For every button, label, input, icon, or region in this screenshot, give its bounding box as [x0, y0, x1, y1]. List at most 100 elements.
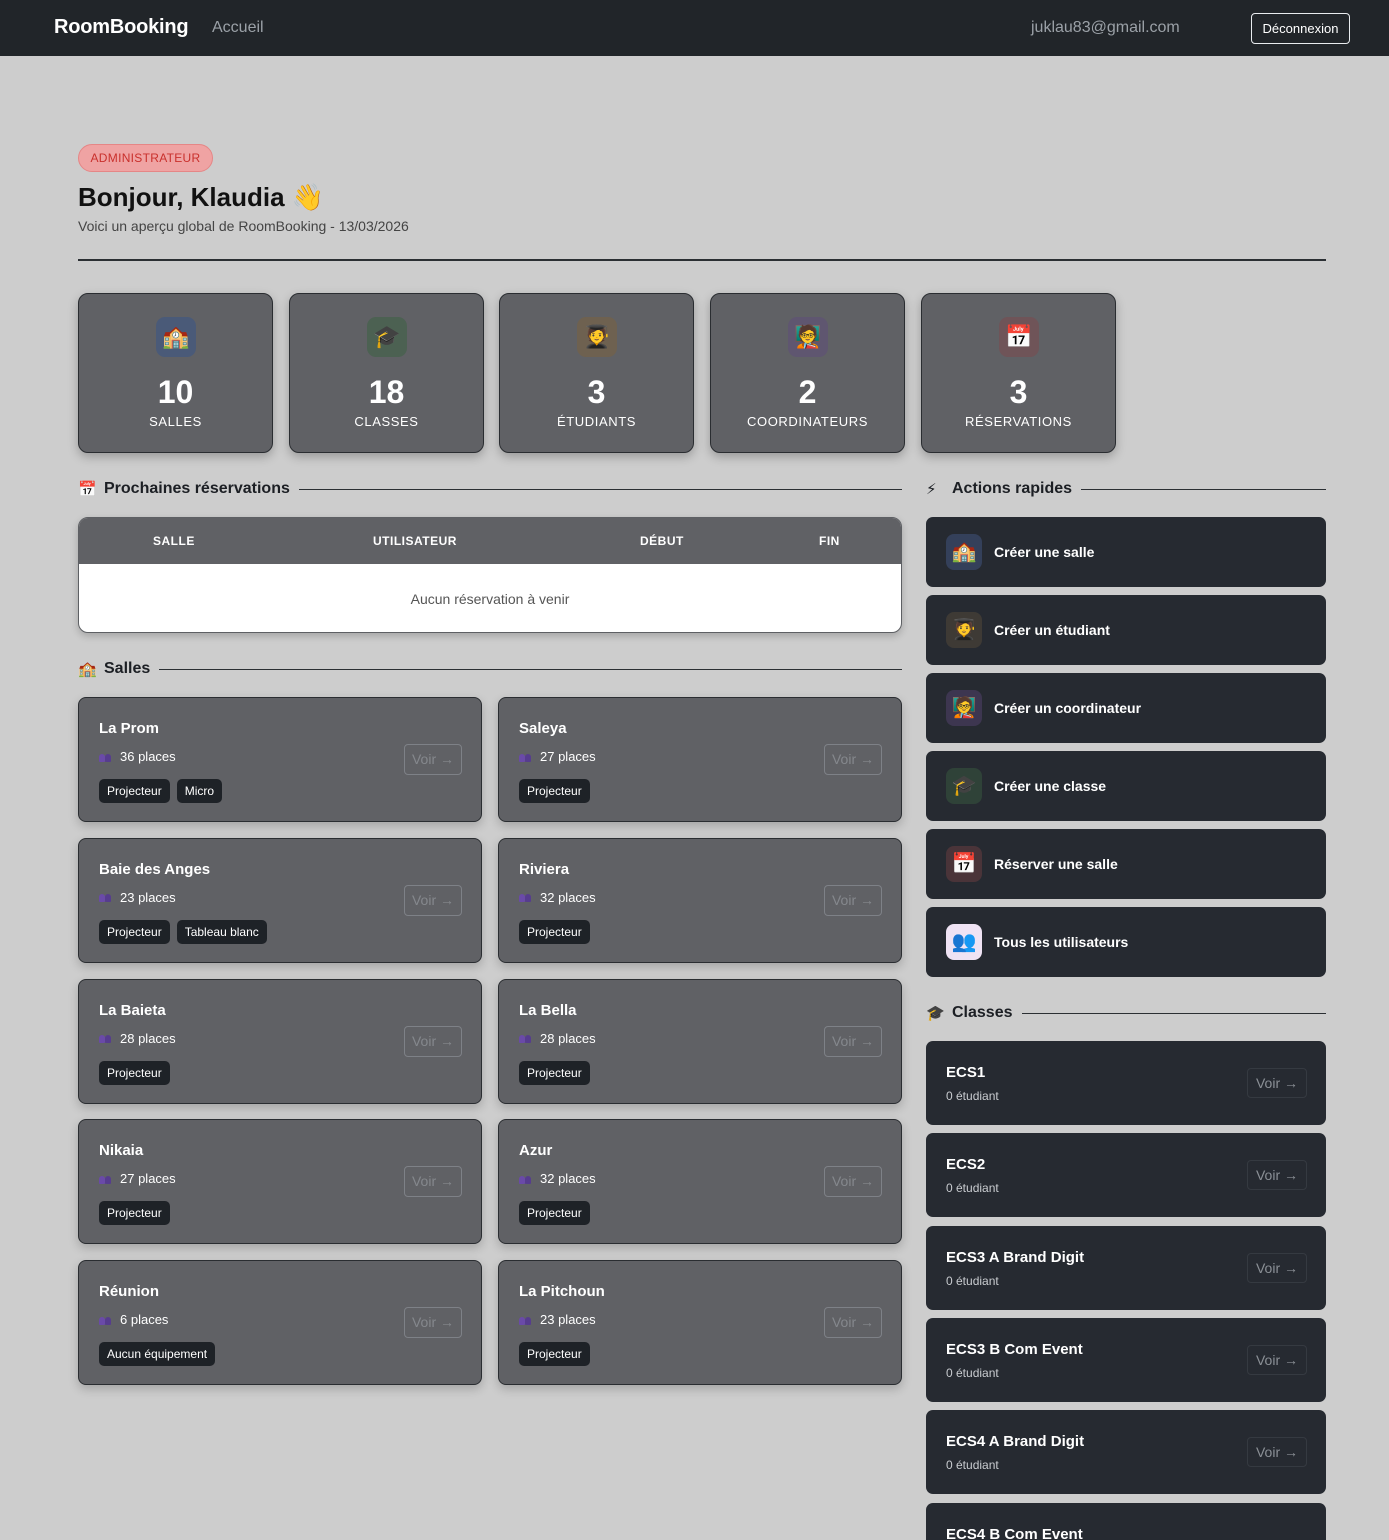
class-name: ECS3 A Brand Digit	[946, 1248, 1085, 1266]
user-email: juklau83@gmail.com	[1031, 19, 1180, 36]
column-header-fin: FIN	[819, 534, 840, 548]
room-name: Saleya	[519, 720, 567, 737]
people-icon	[99, 892, 113, 903]
quick-action-button[interactable]: 🧑‍🎓 Créer un étudiant	[926, 595, 1326, 665]
empty-reservations-message: Aucun réservation à venir	[410, 591, 570, 607]
people-icon	[519, 1315, 533, 1325]
class-card[interactable]: ECS3 B Com Event 0 étudiant Voir →	[926, 1317, 1326, 1402]
room-capacity: 23 places	[519, 1312, 596, 1327]
school-icon: 🏫	[946, 534, 982, 570]
column-header-utilisateur: UTILISATEUR	[373, 534, 457, 548]
room-name: Riviera	[519, 860, 570, 878]
room-name: Azur	[519, 1142, 553, 1160]
student-icon: 🧑‍🎓	[577, 317, 617, 357]
class-card[interactable]: ECS2 0 étudiant Voir →	[926, 1133, 1326, 1218]
class-card[interactable]: ECS4 B Com Event	[926, 1502, 1326, 1540]
quick-actions-section-header: ⚡ Actions rapides	[926, 477, 1326, 501]
quick-action-button[interactable]: 📅 Réserver une salle	[926, 829, 1326, 899]
quick-action-label: Créer une salle	[994, 544, 1095, 560]
quick-action-button[interactable]: 🎓 Créer une classe	[926, 751, 1326, 821]
room-capacity: 28 places	[99, 1031, 176, 1046]
view-room-button[interactable]: Voir →	[404, 1025, 462, 1057]
view-room-button[interactable]: Voir →	[824, 884, 882, 916]
people-icon	[519, 752, 533, 762]
stat-card: 🧑‍🎓 3 ÉTUDIANTS	[499, 293, 694, 453]
quick-action-label: Créer un étudiant	[994, 622, 1110, 638]
view-room-button[interactable]: Voir →	[824, 1307, 882, 1338]
class-card[interactable]: ECS4 A Brand Digit 0 étudiant Voir →	[926, 1410, 1326, 1495]
class-card[interactable]: ECS1 0 étudiant Voir →	[926, 1041, 1326, 1125]
people-icon	[519, 892, 533, 903]
people-icon	[519, 1033, 533, 1043]
equipment-tag: Projecteur	[519, 1060, 590, 1085]
room-card[interactable]: La Prom 36 places Projecteur Micro Voir →	[78, 697, 482, 822]
student-icon: 🧑‍🎓	[946, 612, 982, 648]
class-card[interactable]: ECS3 A Brand Digit 0 étudiant Voir →	[926, 1225, 1326, 1310]
room-card[interactable]: Nikaia 27 places Projecteur Voir →	[78, 1119, 482, 1245]
room-capacity: 27 places	[99, 1171, 176, 1186]
room-card[interactable]: Azur 32 places Projecteur Voir →	[498, 1119, 902, 1245]
equipment-tag: Projecteur	[519, 779, 590, 803]
room-equipment-tags: Projecteur	[519, 1201, 590, 1226]
view-class-button[interactable]: Voir →	[1247, 1068, 1307, 1098]
reservations-title: Prochaines réservations	[104, 480, 290, 497]
teacher-icon: 🧑‍🏫	[946, 690, 982, 726]
view-class-button[interactable]: Voir →	[1247, 1344, 1307, 1375]
room-equipment-tags: Projecteur	[519, 1342, 590, 1366]
room-card[interactable]: La Baieta 28 places Projecteur Voir →	[78, 978, 482, 1104]
class-student-count: 0 étudiant	[946, 1365, 999, 1380]
view-class-button[interactable]: Voir →	[1247, 1437, 1307, 1468]
view-room-button[interactable]: Voir →	[824, 1025, 882, 1057]
stat-value: 3	[1009, 374, 1028, 410]
view-room-button[interactable]: Voir →	[404, 1307, 462, 1338]
room-places-label: 27 places	[120, 1171, 176, 1187]
equipment-tag: Projecteur	[519, 919, 590, 944]
room-card[interactable]: Riviera 32 places Projecteur Voir →	[498, 837, 902, 963]
room-equipment-tags: Projecteur Tableau blanc	[99, 919, 267, 944]
room-name: Baie des Anges	[99, 860, 211, 878]
view-room-button[interactable]: Voir →	[824, 1166, 882, 1198]
equipment-tag: Projecteur	[99, 1201, 170, 1226]
view-room-button[interactable]: Voir →	[404, 884, 462, 916]
view-class-button[interactable]: Voir →	[1247, 1160, 1307, 1191]
room-places-label: 32 places	[540, 889, 596, 905]
stat-value: 2	[798, 374, 817, 410]
room-card[interactable]: La Pitchoun 23 places Projecteur Voir →	[498, 1260, 902, 1385]
room-equipment-tags: Projecteur	[99, 1201, 170, 1226]
room-places-label: 23 places	[540, 1312, 596, 1327]
nav-link-accueil[interactable]: Accueil	[212, 19, 264, 37]
graduation-cap-icon: 🎓	[946, 768, 982, 804]
room-card[interactable]: Réunion 6 places Aucun équipement Voir →	[78, 1260, 482, 1385]
class-name: ECS3 B Com Event	[946, 1340, 1083, 1358]
view-class-button[interactable]: Voir →	[1247, 1252, 1307, 1283]
header-divider	[78, 259, 1326, 261]
quick-action-button[interactable]: 🧑‍🏫 Créer un coordinateur	[926, 673, 1326, 743]
class-name: ECS1	[946, 1064, 986, 1081]
room-name: La Pitchoun	[519, 1283, 605, 1300]
equipment-tag: Projecteur	[99, 1060, 170, 1085]
class-student-count: 0 étudiant	[946, 1273, 999, 1288]
people-icon	[99, 1315, 113, 1325]
brand-logo[interactable]: RoomBooking	[54, 16, 189, 39]
stat-label: COORDINATEURS	[747, 414, 868, 429]
quick-action-button[interactable]: 🏫 Créer une salle	[926, 517, 1326, 587]
view-room-button[interactable]: Voir →	[824, 744, 882, 775]
school-icon: 🏫	[156, 317, 196, 357]
room-card[interactable]: Saleya 27 places Projecteur Voir →	[498, 697, 902, 822]
page-subtitle: Voici un aperçu global de RoomBooking - …	[78, 218, 409, 234]
calendar-icon: 📅	[946, 846, 982, 882]
room-card[interactable]: La Bella 28 places Projecteur Voir →	[498, 978, 902, 1104]
quick-action-button[interactable]: 👥 Tous les utilisateurs	[926, 907, 1326, 977]
room-card[interactable]: Baie des Anges 23 places Projecteur Tableau…	[78, 837, 482, 963]
view-room-button[interactable]: Voir →	[404, 744, 462, 775]
graduation-cap-icon: 🎓	[367, 317, 407, 357]
room-capacity: 32 places	[519, 1171, 596, 1186]
room-name: La Bella	[519, 1001, 577, 1019]
class-student-count: 0 étudiant	[946, 1458, 999, 1473]
navbar: RoomBooking Accueil juklau83@gmail.com D…	[0, 0, 1389, 56]
users-icon: 👥	[946, 924, 982, 960]
logout-button[interactable]: Déconnexion	[1251, 13, 1350, 44]
page-title: Bonjour, Klaudia 👋	[78, 182, 325, 212]
view-room-button[interactable]: Voir →	[404, 1166, 462, 1198]
school-icon: 🏫	[78, 661, 97, 678]
